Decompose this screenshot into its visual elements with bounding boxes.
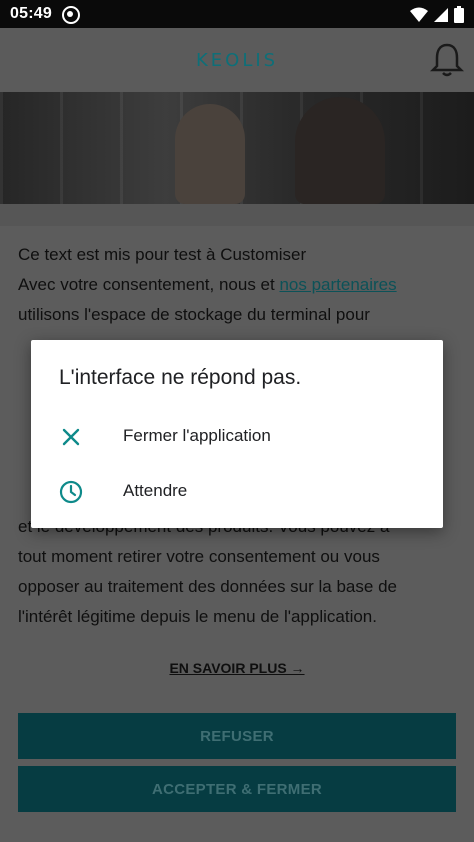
sync-icon xyxy=(62,6,80,24)
close-icon xyxy=(62,428,80,446)
refuse-button[interactable]: REFUSER xyxy=(18,713,456,759)
wait-option[interactable]: Attendre xyxy=(31,467,443,517)
consent-text-intro: Ce text est mis pour test à Customiser xyxy=(18,245,307,264)
battery-icon xyxy=(454,6,464,23)
dialog-title: L'interface ne répond pas. xyxy=(59,366,302,389)
consent-text-line: Avec votre consentement, nous et nos par… xyxy=(18,270,458,300)
status-time: 05:49 xyxy=(10,5,52,22)
divider xyxy=(0,204,474,226)
learn-more-link[interactable]: EN SAVOIR PLUS → xyxy=(0,660,474,676)
partners-link[interactable]: nos partenaires xyxy=(279,275,396,294)
status-bar: 05:49 xyxy=(0,0,474,28)
wifi-icon xyxy=(410,7,428,22)
accept-close-button[interactable]: ACCEPTER & FERMER xyxy=(18,766,456,812)
close-app-option[interactable]: Fermer l'application xyxy=(31,412,443,462)
consent-text-line-d: opposer au traitement des données sur la… xyxy=(18,577,397,596)
clock-icon xyxy=(59,480,83,504)
consent-text-line-c: tout moment retirer votre consentement o… xyxy=(18,547,380,566)
consent-text-line-e: l'intérêt légitime depuis le menu de l'a… xyxy=(18,607,377,626)
consent-text-prefix: Avec votre consentement, nous et xyxy=(18,275,280,294)
anr-dialog: L'interface ne répond pas. Fermer l'appl… xyxy=(31,340,443,528)
close-app-label: Fermer l'application xyxy=(123,426,271,445)
hero-image xyxy=(0,92,474,204)
consent-text-line-a: utilisons l'espace de stockage du termin… xyxy=(18,305,370,324)
bell-icon[interactable] xyxy=(430,42,464,78)
signal-icon xyxy=(434,7,448,22)
wait-label: Attendre xyxy=(123,481,188,500)
keolis-logo: KEOLIS xyxy=(196,50,279,71)
